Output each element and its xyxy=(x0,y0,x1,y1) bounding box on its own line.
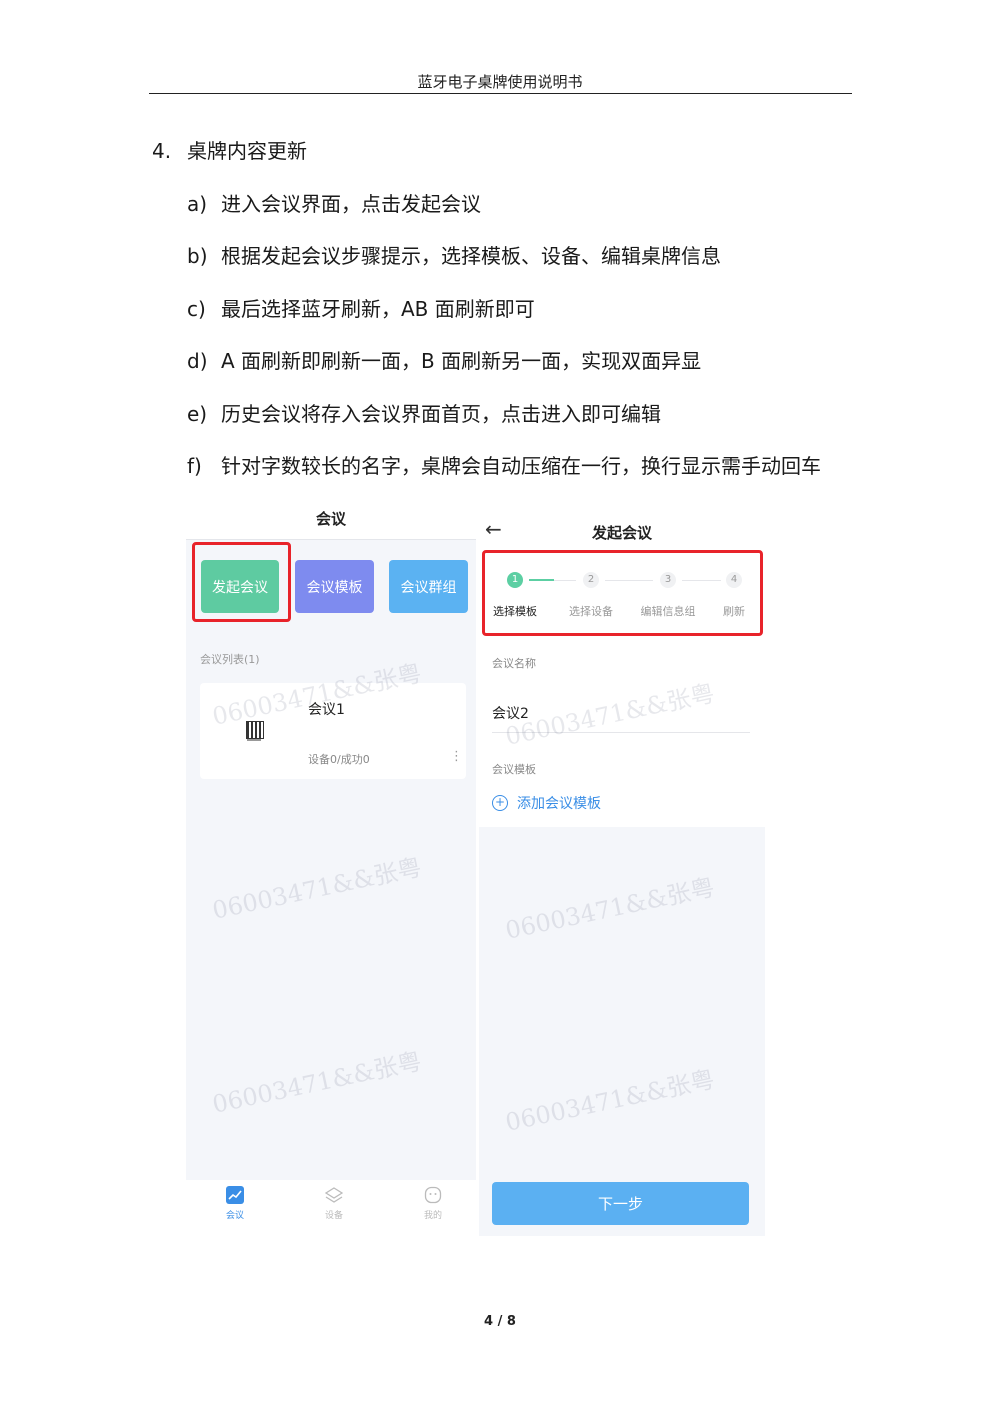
chart-icon xyxy=(226,1186,244,1204)
start-meeting-screen: ← 发起会议 1 2 3 4 选择模板 选择设备 编辑信息组 刷新 会议名称 会… xyxy=(479,497,765,1236)
item-marker: b) xyxy=(187,244,208,268)
tab-profile[interactable]: 我的 xyxy=(403,1186,463,1221)
item-text: 根据发起会议步骤提示，选择模板、设备、编辑桌牌信息 xyxy=(221,244,721,268)
meeting-screen-title: 会议 xyxy=(315,510,346,528)
start-meeting-title: 发起会议 xyxy=(591,524,652,542)
list-item: d) A 面刷新即刷新一面，B 面刷新另一面，实现双面异显 xyxy=(187,345,701,374)
section-number: 4. xyxy=(152,139,172,163)
tab-devices[interactable]: 设备 xyxy=(304,1186,364,1221)
watermark: 06003471&&张粤 xyxy=(502,1065,717,1137)
header-rule xyxy=(149,93,852,94)
item-text: A 面刷新即刷新一面，B 面刷新另一面，实现双面异显 xyxy=(221,349,702,373)
layers-icon xyxy=(325,1187,343,1203)
item-text: 最后选择蓝牙刷新，AB 面刷新即可 xyxy=(221,297,535,321)
meeting-screen: 会议 发起会议 会议模板 会议群组 会议列表(1) 会议1 设备0/成功0 ⋮ … xyxy=(186,497,476,1236)
face-icon xyxy=(424,1186,442,1204)
list-item: a) 进入会议界面，点击发起会议 xyxy=(187,188,481,217)
meeting-topbar: 会议 xyxy=(186,497,476,540)
item-marker: f) xyxy=(187,454,202,478)
tab-meeting-label: 会议 xyxy=(225,1211,244,1221)
meeting-group-button[interactable]: 会议群组 xyxy=(389,560,468,613)
item-marker: d) xyxy=(187,349,208,373)
list-item: c) 最后选择蓝牙刷新，AB 面刷新即可 xyxy=(187,293,535,322)
item-text: 进入会议界面，点击发起会议 xyxy=(221,192,481,216)
item-marker: a) xyxy=(187,192,208,216)
item-marker: c) xyxy=(187,297,206,321)
tab-meeting[interactable]: 会议 xyxy=(205,1186,265,1221)
add-circle-icon: + xyxy=(492,795,508,811)
item-text: 针对字数较长的名字，桌牌会自动压缩在一行，换行显示需手动回车 xyxy=(221,454,821,478)
section-heading: 4. 桌牌内容更新 xyxy=(152,135,307,164)
next-step-button[interactable]: 下一步 xyxy=(492,1182,749,1225)
list-item: b) 根据发起会议步骤提示，选择模板、设备、编辑桌牌信息 xyxy=(187,240,721,269)
tab-devices-label: 设备 xyxy=(324,1211,343,1221)
highlight-box xyxy=(192,542,291,622)
section-title: 桌牌内容更新 xyxy=(187,139,307,163)
highlight-box xyxy=(482,550,763,636)
meeting-template-label: 会议模板 xyxy=(492,763,536,776)
item-marker: e) xyxy=(187,402,208,426)
page-header-title: 蓝牙电子桌牌使用说明书 xyxy=(417,73,583,91)
meeting-status: 设备0/成功0 xyxy=(308,753,370,766)
more-options-icon[interactable]: ⋮ xyxy=(450,750,463,763)
add-template-link[interactable]: + 添加会议模板 xyxy=(492,793,601,813)
watermark: 06003471&&张粤 xyxy=(209,1047,424,1119)
watermark: 06003471&&张粤 xyxy=(209,853,424,925)
watermark: 06003471&&张粤 xyxy=(502,873,717,945)
tab-profile-label: 我的 xyxy=(423,1211,442,1221)
meeting-name-label: 会议名称 xyxy=(492,657,536,670)
list-item: f) 针对字数较长的名字，桌牌会自动压缩在一行，换行显示需手动回车 xyxy=(187,450,821,479)
add-template-label: 添加会议模板 xyxy=(517,796,601,812)
meeting-list-label: 会议列表(1) xyxy=(200,653,260,666)
qr-caption xyxy=(247,739,261,741)
list-item: e) 历史会议将存入会议界面首页，点击进入即可编辑 xyxy=(187,398,661,427)
bottom-tab-bar: 会议 设备 我的 xyxy=(186,1180,476,1236)
item-text: 历史会议将存入会议界面首页，点击进入即可编辑 xyxy=(221,402,661,426)
page-number: 4 / 8 xyxy=(484,1314,516,1329)
meeting-template-button[interactable]: 会议模板 xyxy=(295,560,374,613)
